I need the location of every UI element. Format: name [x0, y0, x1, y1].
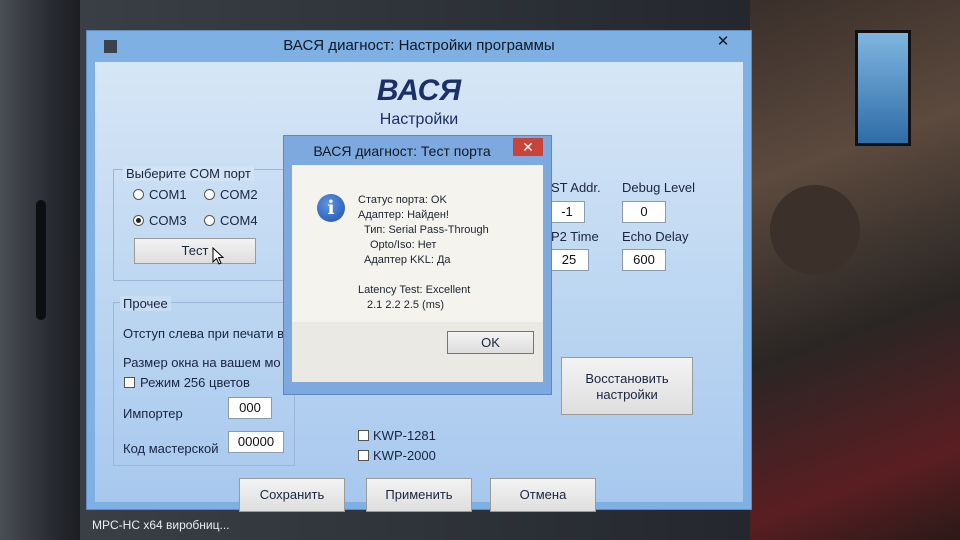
save-button[interactable]: Сохранить [239, 478, 345, 512]
dialog-line-kkl: Адаптер KKL: Да [364, 254, 451, 266]
cancel-button[interactable]: Отмена [490, 478, 596, 512]
kwp1281-label[interactable]: KWP-1281 [373, 428, 436, 443]
dialog-line-adapter: Адаптер: Найден! [358, 209, 449, 221]
left-indent-label: Отступ слева при печати в [123, 326, 285, 341]
radio-com4-label[interactable]: COM4 [220, 213, 258, 228]
debug-level-field[interactable]: 0 [622, 201, 666, 223]
dialog-close-button[interactable]: ✕ [513, 138, 543, 156]
echo-delay-field[interactable]: 600 [622, 249, 666, 271]
bezel-slot [36, 200, 46, 320]
test-button[interactable]: Тест [134, 238, 256, 265]
kwp2000-checkbox[interactable] [358, 450, 369, 461]
restore-settings-button[interactable]: Восстановить настройки [561, 357, 693, 415]
port-test-dialog: ВАСЯ диагност: Тест порта ✕ i Статус пор… [283, 135, 552, 395]
importer-label: Импортер [123, 406, 183, 421]
apply-button[interactable]: Применить [366, 478, 472, 512]
workshop-code-label: Код мастерской [123, 441, 219, 456]
information-icon: i [317, 194, 345, 222]
debug-level-label: Debug Level [622, 180, 695, 195]
dialog-title: ВАСЯ диагност: Тест порта [313, 143, 491, 159]
background-person [770, 185, 860, 275]
window-title: ВАСЯ диагност: Настройки программы [283, 37, 555, 54]
taskbar-label[interactable]: MPC-HC x64 виробниц... [92, 518, 230, 532]
app-subtitle: Настройки [379, 111, 459, 128]
echo-delay-label: Echo Delay [622, 229, 689, 244]
mouse-cursor-icon [212, 247, 225, 265]
dialog-line-latency: Latency Test: Excellent [358, 284, 471, 296]
mode256-label[interactable]: Режим 256 цветов [140, 375, 250, 390]
kwp1281-checkbox[interactable] [358, 430, 369, 441]
dialog-line-type: Тип: Serial Pass-Through [364, 224, 489, 236]
radio-com1[interactable] [133, 189, 144, 200]
p2-time-label: P2 Time [551, 229, 599, 244]
com-port-label: Выберите COM порт [123, 166, 254, 181]
test-button-label: Тест [181, 243, 209, 258]
radio-com2[interactable] [204, 189, 215, 200]
background-photo [750, 0, 960, 540]
mode256-checkbox[interactable] [124, 377, 135, 388]
p2-time-field[interactable]: 25 [549, 249, 589, 271]
radio-com2-label[interactable]: COM2 [220, 187, 258, 202]
dialog-line-opto: Opto/Iso: Нет [370, 239, 437, 251]
st-addr-field[interactable]: -1 [549, 201, 585, 223]
importer-field[interactable]: 000 [228, 397, 272, 419]
dialog-line-latency-values: 2.1 2.2 2.5 (ms) [367, 299, 445, 311]
radio-com4[interactable] [204, 215, 215, 226]
misc-group-label: Прочее [120, 296, 171, 311]
radio-com3[interactable] [133, 215, 144, 226]
dialog-body: i Статус порта: OK Адаптер: Найден! Тип:… [292, 165, 543, 322]
radio-com1-label[interactable]: COM1 [149, 187, 187, 202]
window-size-label: Размер окна на вашем мо [123, 355, 281, 370]
dialog-line-port-status: Статус порта: OK [358, 194, 447, 206]
dialog-footer: OK [292, 322, 543, 382]
restore-settings-label-line1: Восстановить [585, 371, 669, 386]
app-title: ВАСЯ [376, 74, 462, 107]
radio-com3-label[interactable]: COM3 [149, 213, 187, 228]
restore-settings-label-line2: настройки [596, 387, 658, 402]
background-tv [855, 30, 911, 146]
monitor-bezel [0, 0, 80, 540]
dialog-ok-button[interactable]: OK [447, 331, 534, 354]
st-addr-label: ST Addr. [551, 180, 601, 195]
kwp2000-label[interactable]: KWP-2000 [373, 448, 436, 463]
window-close-button[interactable]: ✕ [709, 33, 737, 51]
window-titlebar[interactable]: ВАСЯ диагност: Настройки программы ✕ [87, 31, 751, 59]
workshop-code-field[interactable]: 00000 [228, 431, 284, 453]
